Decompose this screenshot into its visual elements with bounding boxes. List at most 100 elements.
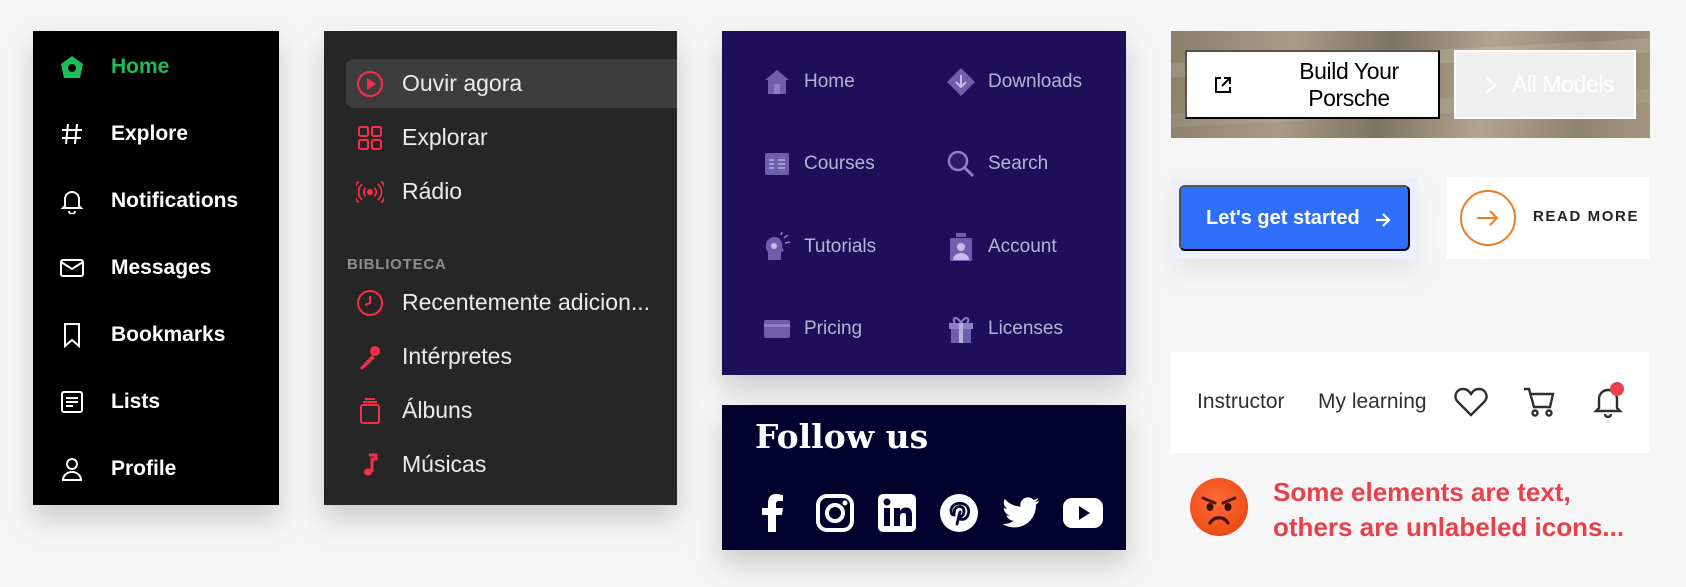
list-document-icon [59,389,85,415]
instagram-icon[interactable] [815,493,855,533]
lets-get-started-label: Let's get started [1206,206,1360,229]
grid-item-account[interactable]: Account [946,227,1057,267]
get-started-container: Let's get started [1171,177,1417,259]
notification-dot [1610,382,1624,396]
music-item-browse[interactable]: Explorar [346,113,677,162]
nav-item-label: Messages [111,256,212,279]
angry-face-emoji [1190,478,1248,536]
twitter-icon[interactable] [1001,493,1041,533]
credit-card-icon [762,314,792,344]
nav-item-explore[interactable]: Explore [33,114,279,154]
grid-item-label: Search [988,153,1049,174]
grid-item-label: Tutorials [804,236,877,257]
read-more-label: READ MORE [1533,208,1640,225]
chevron-right-icon [1484,75,1498,98]
music-item-label: Recentemente adicion... [402,289,651,315]
music-item-label: Músicas [402,451,487,477]
play-circle-icon [356,70,384,98]
account-badge-icon [946,232,976,262]
music-item-label: Álbuns [402,397,473,423]
grid-item-search[interactable]: Search [946,144,1048,184]
grid-item-downloads[interactable]: Downloads [946,62,1082,102]
my-learning-link[interactable]: My learning [1318,390,1427,414]
follow-us-panel: Follow us [722,405,1126,550]
nav-item-profile[interactable]: Profile [33,449,279,489]
album-stack-icon [356,397,384,425]
music-item-listen-now[interactable]: Ouvir agora [346,59,677,108]
grid-item-courses[interactable]: Courses [762,144,875,184]
nav-item-label: Home [111,55,170,78]
facebook-icon[interactable] [752,493,792,533]
lets-get-started-button[interactable]: Let's get started [1179,185,1410,251]
gift-icon [946,314,976,344]
read-more-link[interactable]: READ MORE [1446,177,1650,259]
nav-item-notifications[interactable]: Notifications [33,181,279,221]
bookmark-icon [59,322,85,348]
music-note-icon [356,451,384,479]
nav-item-bookmarks[interactable]: Bookmarks [33,315,279,355]
learning-header-nav: Instructor My learning [1171,352,1650,453]
external-link-icon [1213,75,1233,98]
all-models-button[interactable]: All Models [1454,50,1636,119]
grid-item-label: Licenses [988,318,1063,339]
music-item-label: Explorar [402,124,488,150]
bell-icon[interactable] [1590,382,1626,420]
nav-item-label: Lists [111,390,161,413]
nav-item-label: Notifications [111,189,239,212]
arrow-right-icon [1374,211,1392,232]
youtube-icon[interactable] [1063,493,1103,533]
music-item-label: Ouvir agora [402,70,523,96]
library-section-label: BIBLIOTECA [347,256,447,273]
courses-icon [762,149,792,179]
music-item-label: Rádio [402,178,463,204]
porsche-hero-strip: Build Your Porsche All Models [1171,31,1650,138]
envelope-icon [59,255,85,281]
pinterest-icon[interactable] [939,493,979,533]
music-item-artists[interactable]: Intérpretes [346,332,677,381]
instructor-link[interactable]: Instructor [1197,390,1285,414]
grid-item-label: Home [804,71,855,92]
hashtag-icon [59,121,85,147]
heart-icon[interactable] [1453,384,1489,420]
music-item-albums[interactable]: Álbuns [346,386,677,435]
bell-icon [59,188,85,214]
music-item-recently-added[interactable]: Recentemente adicion... [346,278,677,327]
grid-item-label: Pricing [804,318,863,339]
build-your-porsche-label: Build Your Porsche [1299,57,1399,111]
grid-item-label: Courses [804,153,875,174]
arrow-circle-icon [1460,190,1516,246]
grid-item-tutorials[interactable]: Tutorials [762,227,876,267]
grid-item-home[interactable]: Home [762,62,855,102]
build-your-porsche-button[interactable]: Build Your Porsche [1185,50,1440,119]
music-sidebar: Ouvir agora Explorar Rádio BIBLIOTECA Re… [324,31,677,505]
note-line-1: Some elements are text, [1273,477,1571,507]
nav-item-label: Explore [111,122,189,145]
grid-item-pricing[interactable]: Pricing [762,309,862,349]
twitter-sidebar: Home Explore Notifications Messages Book… [33,31,279,505]
nav-item-messages[interactable]: Messages [33,248,279,288]
music-item-label: Intérpretes [402,343,512,369]
download-diamond-icon [946,67,976,97]
nav-item-home[interactable]: Home [33,47,279,87]
note-text: Some elements are text, others are unlab… [1273,475,1653,545]
idea-head-icon [762,232,792,262]
clock-icon [356,289,384,317]
all-models-label: All Models [1512,71,1615,97]
microphone-icon [356,343,384,371]
linkedin-icon[interactable] [877,493,917,533]
radio-waves-icon [356,178,384,206]
nav-item-lists[interactable]: Lists [33,382,279,422]
note-line-2: others are unlabeled icons... [1273,512,1625,542]
grid-icon [356,124,384,152]
music-item-songs[interactable]: Músicas [346,440,677,489]
birdhouse-icon [59,54,85,80]
purple-grid-menu: Home Downloads Courses Search Tutorials … [722,31,1126,375]
grid-item-licenses[interactable]: Licenses [946,309,1063,349]
grid-item-label: Downloads [988,71,1082,92]
house-icon [762,67,792,97]
cart-icon[interactable] [1521,384,1557,420]
nav-item-label: Profile [111,457,177,480]
magnifier-icon [946,149,976,179]
person-icon [59,456,85,482]
music-item-radio[interactable]: Rádio [346,167,677,216]
